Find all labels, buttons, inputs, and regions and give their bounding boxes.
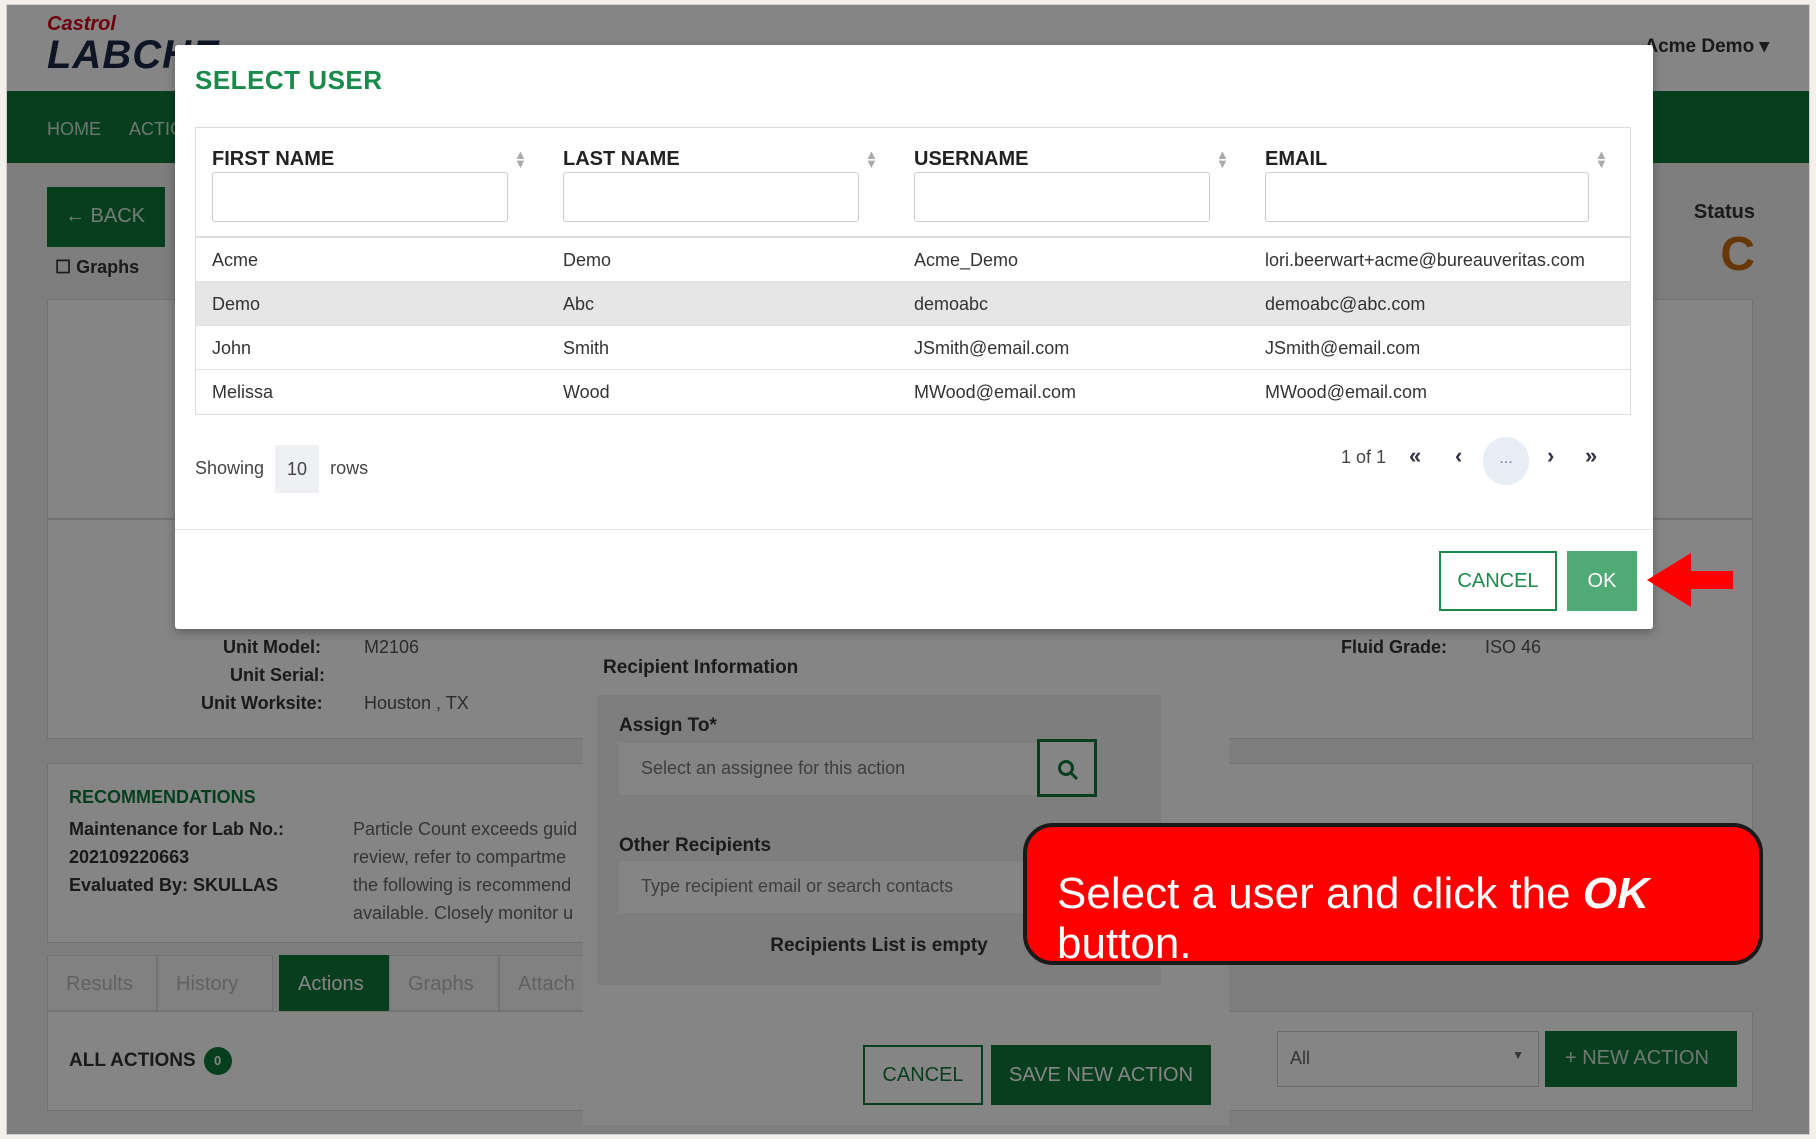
select-user-modal: SELECT USER FIRST NAME ▲ ▼ LAST NAME ▲ ▼ U… xyxy=(175,45,1653,629)
table-row-selected[interactable]: Demo Abc demoabc demoabc@abc.com xyxy=(196,282,1630,326)
users-table: FIRST NAME ▲ ▼ LAST NAME ▲ ▼ USERNAME ▲ ▼ E… xyxy=(195,127,1631,415)
sort-icon[interactable]: ▲ ▼ xyxy=(514,148,527,170)
table-row[interactable]: John Smith JSmith@email.com JSmith@email… xyxy=(196,326,1630,370)
prev-page-button[interactable]: ‹ xyxy=(1455,443,1462,469)
modal-title: SELECT USER xyxy=(195,65,383,95)
ok-button[interactable]: OK xyxy=(1567,551,1637,611)
table-row[interactable]: Acme Demo Acme_Demo lori.beerwart+acme@b… xyxy=(196,238,1630,282)
column-email[interactable]: EMAIL ▲ ▼ xyxy=(1249,128,1632,238)
app-window: Castrol LABCHE Acme Demo ▾ HOME ACTIO ← … xyxy=(6,4,1810,1135)
first-name-filter-input[interactable] xyxy=(212,172,508,222)
table-row[interactable]: Melissa Wood MWood@email.com MWood@email… xyxy=(196,370,1630,414)
sort-icon[interactable]: ▲ ▼ xyxy=(1595,148,1608,170)
username-filter-input[interactable] xyxy=(914,172,1210,222)
instruction-callout: Select a user and click the OK button. xyxy=(1023,823,1763,968)
modal-divider xyxy=(175,529,1653,530)
email-filter-input[interactable] xyxy=(1265,172,1589,222)
rows-per-page: Showing 10 rows xyxy=(195,445,368,493)
pagination: 1 of 1 « ‹ ... › » xyxy=(1341,437,1621,487)
first-page-button[interactable]: « xyxy=(1409,443,1421,469)
pointer-arrow-icon xyxy=(1647,553,1733,607)
sort-icon[interactable]: ▲ ▼ xyxy=(1216,148,1229,170)
cancel-button[interactable]: CANCEL xyxy=(1439,551,1557,611)
column-last-name[interactable]: LAST NAME ▲ ▼ xyxy=(547,128,898,238)
column-first-name[interactable]: FIRST NAME ▲ ▼ xyxy=(196,128,547,238)
sort-icon[interactable]: ▲ ▼ xyxy=(865,148,878,170)
table-header: FIRST NAME ▲ ▼ LAST NAME ▲ ▼ USERNAME ▲ ▼ E… xyxy=(196,128,1630,238)
next-page-button[interactable]: › xyxy=(1547,443,1554,469)
last-name-filter-input[interactable] xyxy=(563,172,859,222)
column-username[interactable]: USERNAME ▲ ▼ xyxy=(898,128,1249,238)
table-footer: Showing 10 rows 1 of 1 « ‹ ... › » xyxy=(195,437,1631,493)
current-page-button[interactable]: ... xyxy=(1483,437,1529,485)
last-page-button[interactable]: » xyxy=(1585,443,1597,469)
page-info: 1 of 1 xyxy=(1341,447,1387,467)
rows-per-page-select[interactable]: 10 xyxy=(275,445,320,493)
